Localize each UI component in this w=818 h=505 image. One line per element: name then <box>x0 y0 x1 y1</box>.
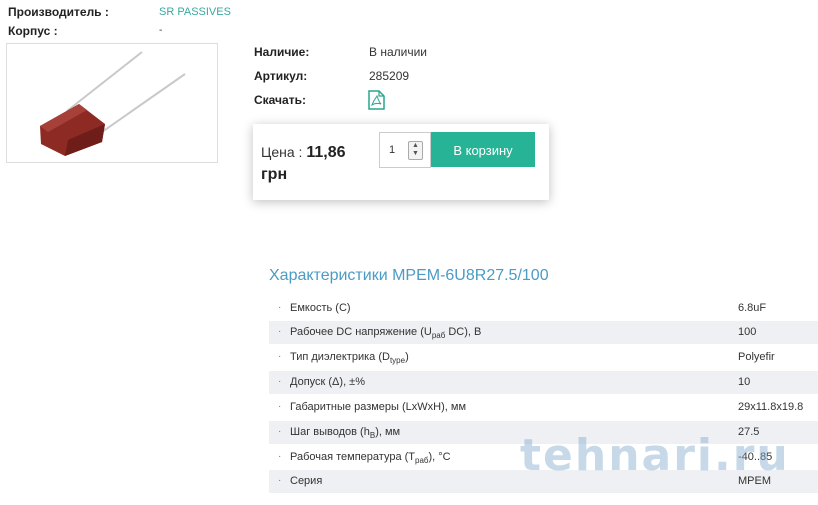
spec-name: Допуск (Δ), ±% <box>290 376 365 388</box>
price-box: Цена : 11,86 грн 1 ▲ ▼ В корзину <box>253 124 549 200</box>
bullet-icon: · <box>278 401 282 412</box>
capacitor-image <box>40 51 186 156</box>
quantity-stepper[interactable]: 1 ▲ ▼ <box>379 132 431 168</box>
spec-name: Серия <box>290 475 323 487</box>
stepper-arrows-icon[interactable]: ▲ ▼ <box>408 141 423 160</box>
spec-row: · Тип диэлектрика (Dtype) Polyefir <box>269 346 818 369</box>
spec-row: · Емкость (C) 6.8uF <box>269 297 818 320</box>
manufacturer-label: Производитель : <box>8 5 109 19</box>
spec-row: · Габаритные размеры (LxWxH), мм 29x11.8… <box>269 396 818 419</box>
sku-value: 285209 <box>369 69 410 83</box>
specs-title: Характеристики MPEM-6U8R27.5/100 <box>269 267 549 284</box>
spec-value: Polyefir <box>738 351 775 363</box>
bullet-icon: · <box>278 326 282 337</box>
case-label: Корпус : <box>8 24 58 38</box>
bullet-icon: · <box>278 376 282 387</box>
add-to-cart-button[interactable]: В корзину <box>431 132 535 167</box>
watermark: tehnari.ru <box>520 430 790 481</box>
quantity-input[interactable]: 1 <box>389 144 395 156</box>
spec-value: 100 <box>738 326 757 338</box>
availability-label: Наличие: <box>254 45 310 59</box>
pdf-icon[interactable] <box>368 90 385 115</box>
bullet-icon: · <box>278 475 282 486</box>
price-currency: грн <box>261 166 288 183</box>
spec-row: · Допуск (Δ), ±% 10 <box>269 371 818 394</box>
case-value: - <box>159 25 163 36</box>
spec-name: Тип диэлектрика (Dtype) <box>290 351 409 366</box>
spec-value: 6.8uF <box>738 302 767 314</box>
spec-value: 29x11.8x19.8 <box>738 401 804 413</box>
spec-name: Рабочее DC напряжение (Uраб DC), В <box>290 326 482 341</box>
spec-name: Рабочая температура (Tраб), °C <box>290 451 451 466</box>
sku-label: Артикул: <box>254 69 308 83</box>
spec-name: Емкость (C) <box>290 302 351 314</box>
manufacturer-link[interactable]: SR PASSIVES <box>159 6 231 18</box>
bullet-icon: · <box>278 302 282 313</box>
bullet-icon: · <box>278 426 282 437</box>
bullet-icon: · <box>278 451 282 462</box>
spec-row: · Рабочее DC напряжение (Uраб DC), В 100 <box>269 321 818 344</box>
bullet-icon: · <box>278 351 282 362</box>
spec-name: Шаг выводов (hB), мм <box>290 426 401 441</box>
price-value: 11,86 <box>306 144 346 161</box>
spec-value: 10 <box>738 376 751 388</box>
download-label: Скачать: <box>254 93 306 107</box>
product-image[interactable] <box>6 43 218 163</box>
price-label: Цена : <box>261 144 303 160</box>
price-line: Цена : 11,86 <box>261 144 346 162</box>
availability-value: В наличии <box>369 45 428 59</box>
spec-name: Габаритные размеры (LxWxH), мм <box>290 401 466 413</box>
